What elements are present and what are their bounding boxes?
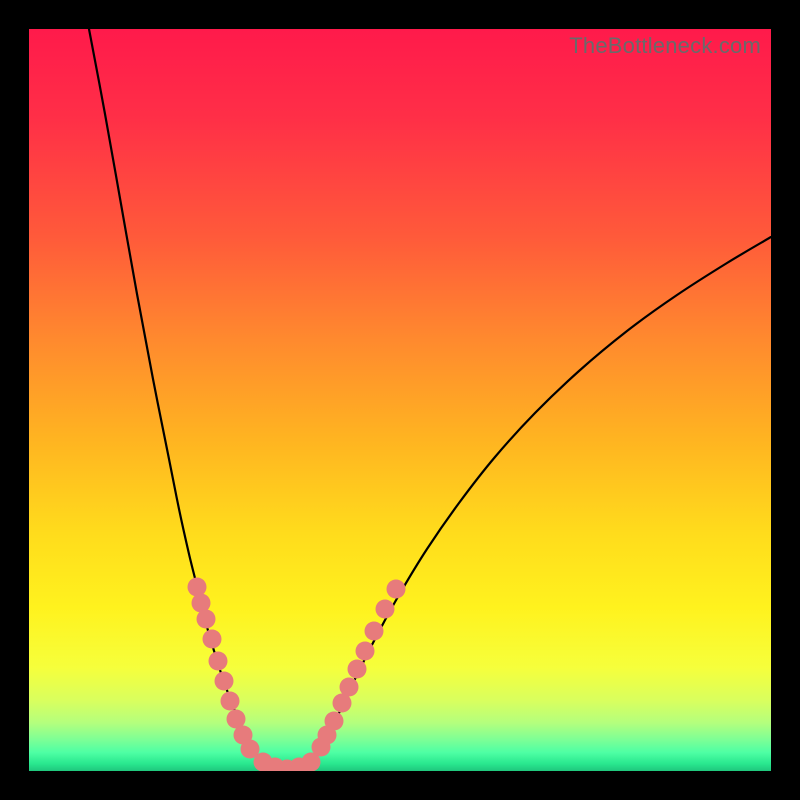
data-marker (325, 712, 344, 731)
data-marker (215, 672, 234, 691)
data-marker (348, 660, 367, 679)
curve-group (89, 29, 771, 769)
curve-left (89, 29, 261, 761)
marker-group (188, 578, 406, 772)
data-marker (188, 578, 207, 597)
data-marker (209, 652, 228, 671)
outer-frame: TheBottleneck.com (0, 0, 800, 800)
data-marker (356, 642, 375, 661)
data-marker (221, 692, 240, 711)
data-marker (387, 580, 406, 599)
plot-area: TheBottleneck.com (29, 29, 771, 771)
data-marker (365, 622, 384, 641)
data-marker (197, 610, 216, 629)
data-marker (376, 600, 395, 619)
data-marker (340, 678, 359, 697)
chart-svg (29, 29, 771, 771)
data-marker (203, 630, 222, 649)
curve-right (313, 237, 771, 761)
